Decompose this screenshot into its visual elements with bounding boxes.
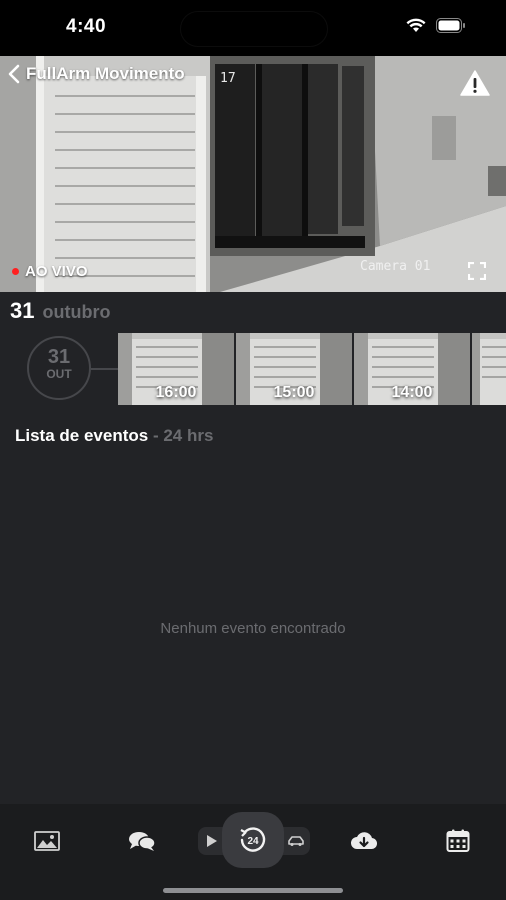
timeline-month: OUT xyxy=(46,367,72,381)
camera-feed-image xyxy=(0,56,506,292)
live-label: AO VIVO xyxy=(25,263,88,280)
calendar-button[interactable] xyxy=(438,826,478,856)
recording-thumbnail[interactable]: 16:00 xyxy=(118,333,234,405)
video-osd-camera-name: Camera 01 xyxy=(360,259,431,274)
wifi-icon xyxy=(406,18,426,32)
download-button[interactable] xyxy=(344,826,384,856)
empty-events-message: Nenhum evento encontrado xyxy=(160,620,346,637)
cloud-download-icon xyxy=(351,832,378,850)
selected-date: 31 outubro xyxy=(10,298,110,324)
bottom-toolbar: 24 xyxy=(0,804,506,900)
recording-thumbnail[interactable]: 14:00 xyxy=(354,333,470,405)
timeline-day-marker[interactable]: 31 OUT xyxy=(27,336,91,400)
history-24h-button[interactable]: 24 xyxy=(222,812,284,868)
gallery-icon xyxy=(34,831,60,851)
car-icon xyxy=(288,836,304,846)
home-indicator[interactable] xyxy=(163,888,343,893)
recording-thumbnail[interactable]: 15:00 xyxy=(236,333,352,405)
car-button[interactable] xyxy=(276,826,316,856)
date-month: outubro xyxy=(42,302,111,322)
history-24-icon: 24 xyxy=(240,827,266,852)
fullscreen-icon[interactable] xyxy=(468,262,486,280)
recording-timeline[interactable]: 31 OUT 16:00 15:00 14:00 xyxy=(0,330,506,408)
events-header: Lista de eventos - 24 hrs xyxy=(15,426,213,446)
status-time: 4:40 xyxy=(66,16,107,37)
events-title: Lista de eventos xyxy=(15,426,149,445)
chat-button[interactable] xyxy=(122,826,162,856)
camera-title: FullArm Movimento xyxy=(26,64,185,83)
recording-thumbnail[interactable] xyxy=(472,333,506,405)
chevron-left-icon xyxy=(8,64,20,84)
battery-icon xyxy=(436,18,465,33)
timeline-connector xyxy=(91,368,119,370)
thumbnail-time: 16:00 xyxy=(155,384,197,401)
timeline-day: 31 xyxy=(47,346,71,368)
live-indicator: AO VIVO xyxy=(12,263,88,280)
live-dot-icon xyxy=(12,268,19,275)
status-bar: 4:40 xyxy=(0,0,506,56)
events-range: - 24 hrs xyxy=(148,426,214,445)
calendar-icon xyxy=(446,829,470,852)
thumbnail-image xyxy=(472,333,506,405)
svg-text:24: 24 xyxy=(247,836,259,847)
gallery-button[interactable] xyxy=(27,826,67,856)
video-osd-timestamp: 17 xyxy=(220,71,236,86)
thumbnail-strip[interactable]: 16:00 15:00 14:00 xyxy=(118,333,506,405)
thumbnail-time: 14:00 xyxy=(391,384,433,401)
camera-video-player[interactable]: FullArm Movimento 17 AO VIVO Camera 01 xyxy=(0,56,506,292)
status-icons xyxy=(406,18,466,33)
date-day: 31 xyxy=(10,298,35,323)
warning-icon[interactable] xyxy=(460,70,490,96)
chat-icon xyxy=(129,832,156,851)
thumbnail-time: 15:00 xyxy=(273,384,315,401)
dynamic-island xyxy=(180,11,328,47)
back-button[interactable]: FullArm Movimento xyxy=(8,64,185,84)
play-icon xyxy=(207,835,217,847)
